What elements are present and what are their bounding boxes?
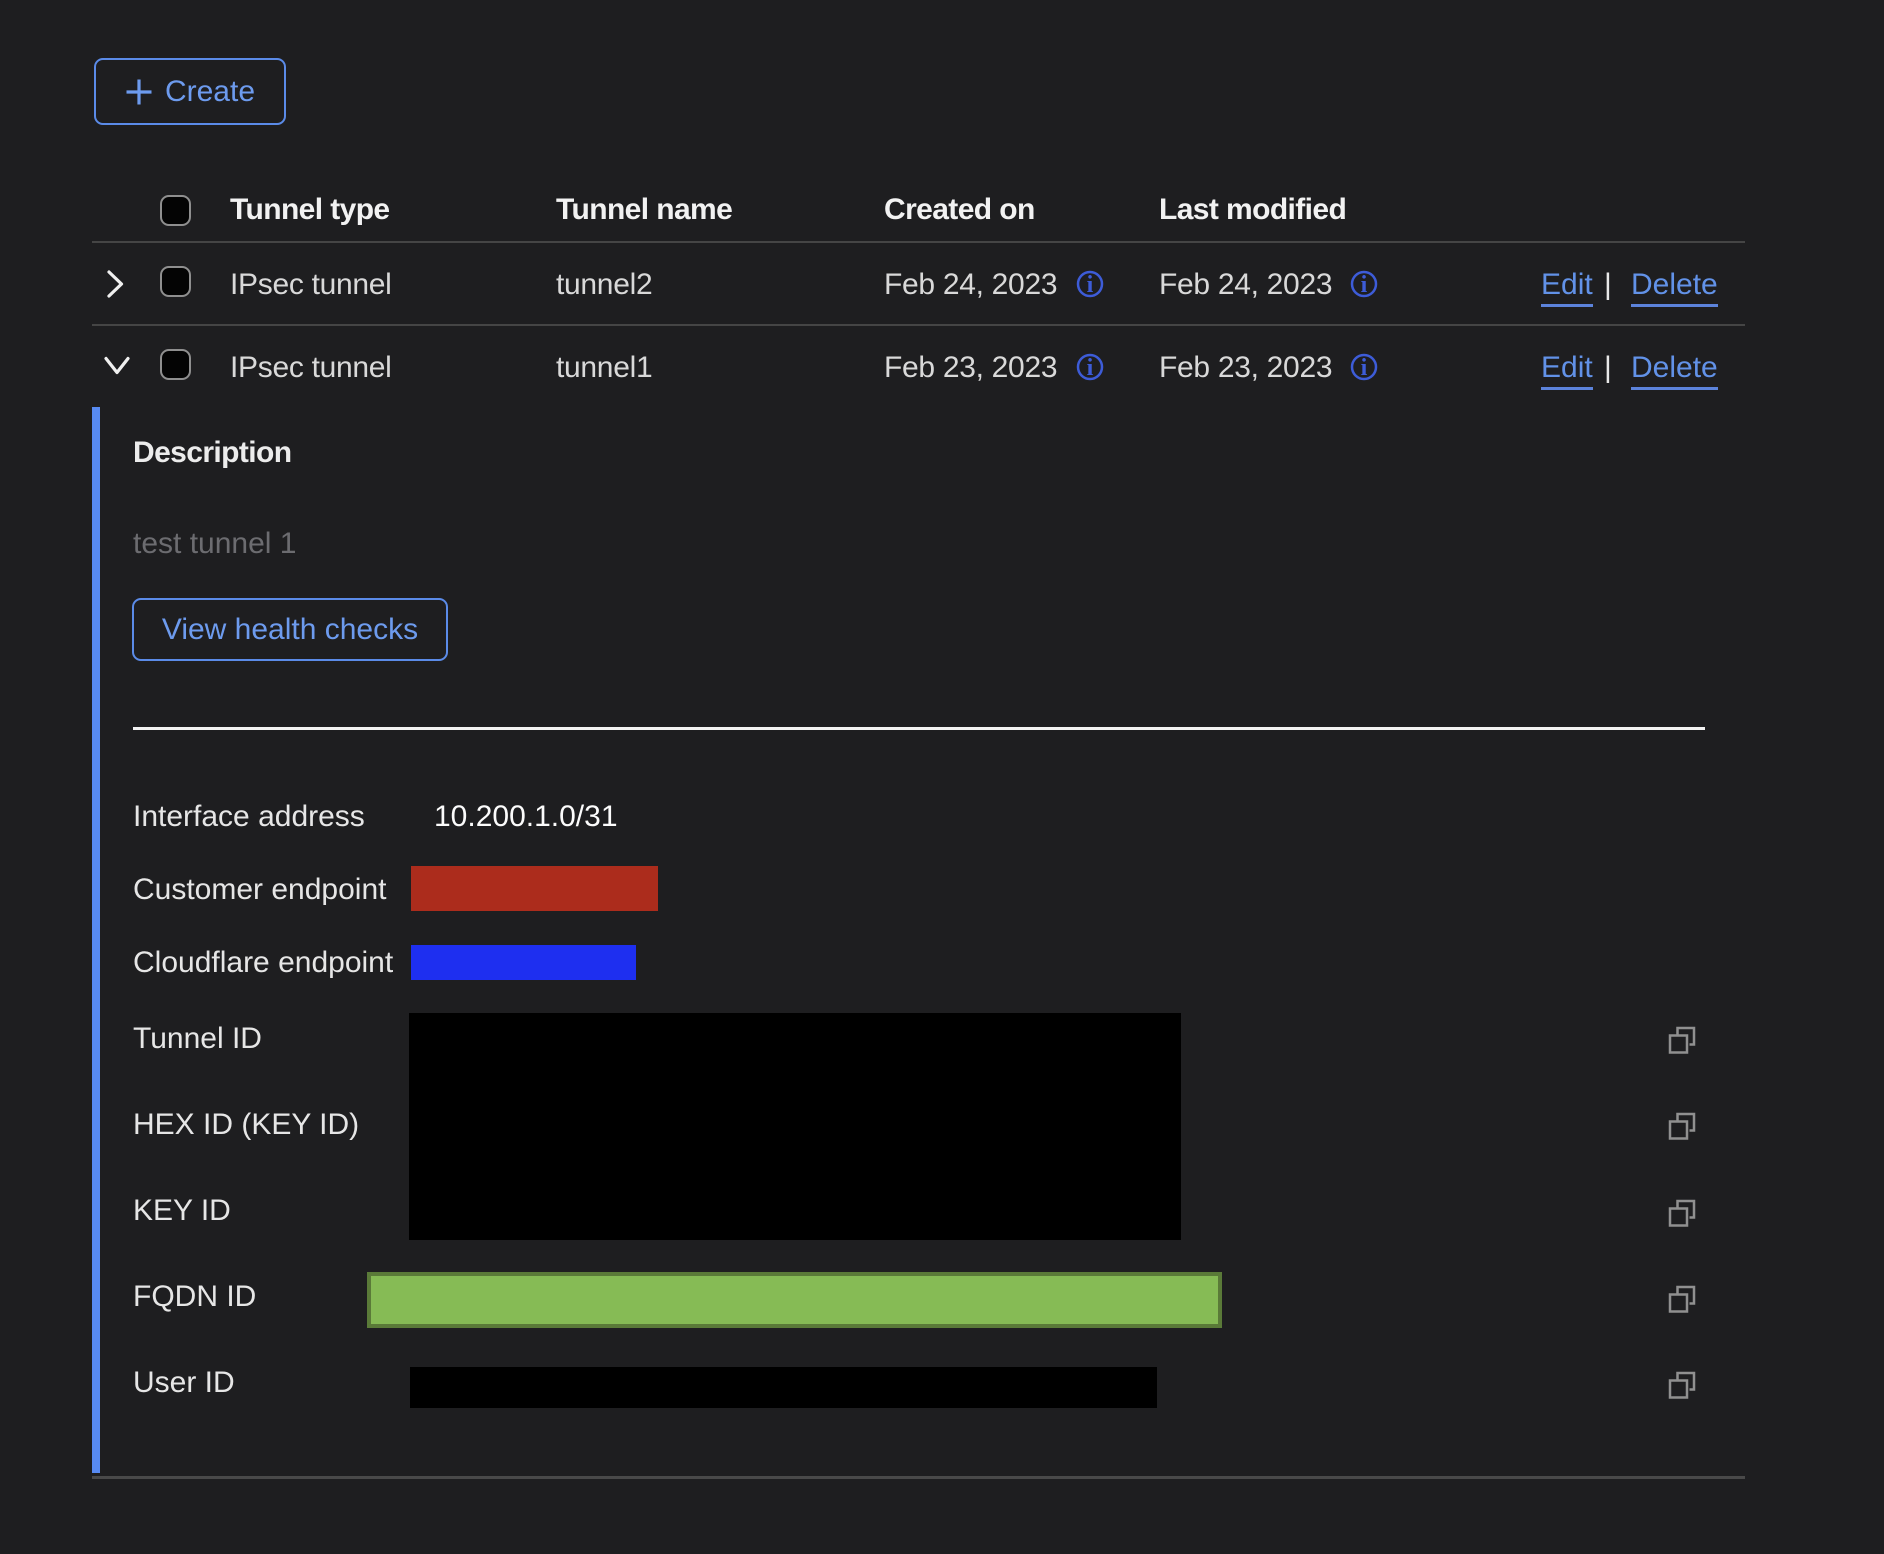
svg-text:i: i [1087, 355, 1094, 381]
svg-text:i: i [1361, 355, 1368, 381]
svg-text:i: i [1361, 272, 1368, 298]
svg-text:i: i [1087, 272, 1094, 298]
